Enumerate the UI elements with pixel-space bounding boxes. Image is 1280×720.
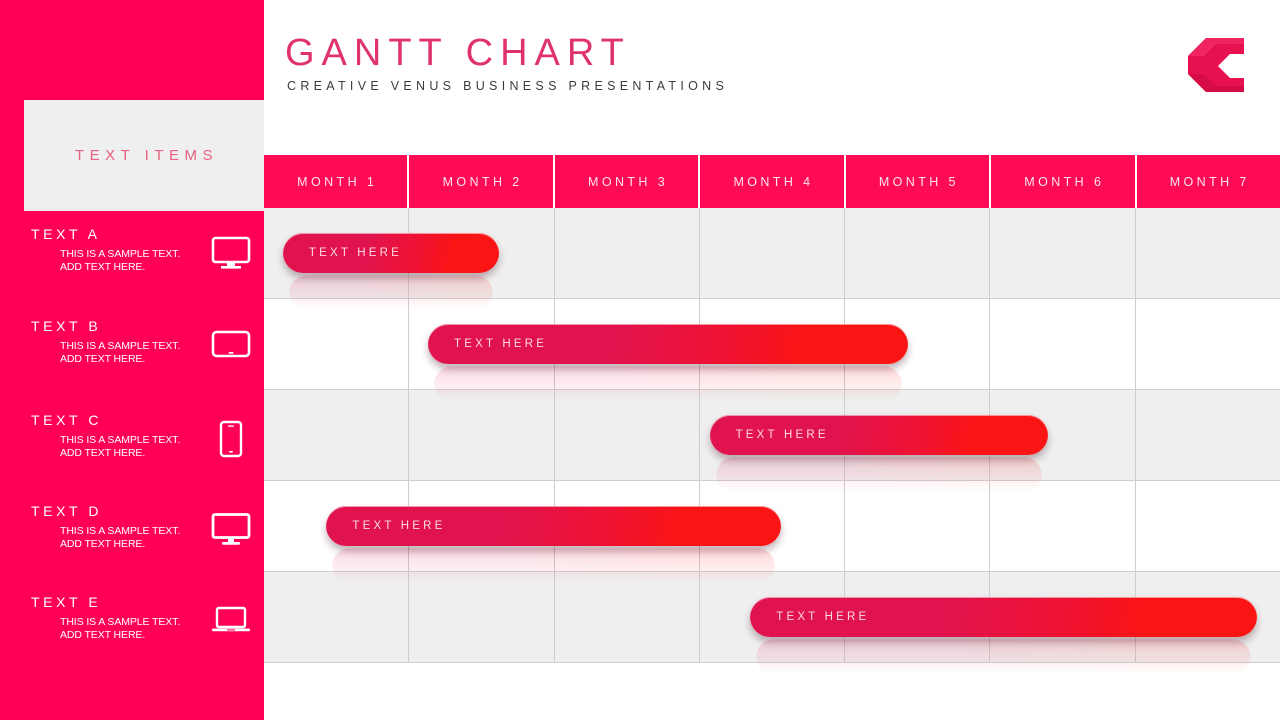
gantt-bar-body[interactable]: TEXT HERE — [428, 324, 909, 364]
gantt-month-cell[interactable]: MONTH 4 — [700, 155, 846, 208]
sidebar-item-title: TEXT C — [31, 412, 103, 428]
gantt-grid-cell — [700, 208, 846, 299]
sidebar-item-title: TEXT D — [31, 503, 103, 519]
gantt-chart: MONTH 1 MONTH 2 MONTH 3 MONTH 4 MONTH 5 … — [264, 155, 1280, 675]
gantt-month-cell[interactable]: MONTH 1 — [264, 155, 410, 208]
gantt-grid-cell — [1136, 390, 1280, 481]
gantt-grid-cell — [264, 390, 410, 481]
gantt-grid-cell — [845, 481, 991, 572]
sidebar-item-description: THIS IS A SAMPLE TEXT. ADD TEXT HERE. — [60, 525, 195, 551]
gantt-bar-text-e[interactable]: TEXT HERE — [750, 597, 1257, 675]
gantt-month-cell[interactable]: MONTH 3 — [554, 155, 701, 208]
gantt-bar-body[interactable]: TEXT HERE — [282, 233, 500, 273]
sidebar-item-description-line2: ADD TEXT HERE. — [60, 629, 146, 641]
gantt-month-label: MONTH 6 — [1024, 174, 1105, 189]
gantt-grid-cell — [555, 208, 700, 299]
sidebar-item-description: THIS IS A SAMPLE TEXT. ADD TEXT HERE. — [60, 434, 195, 460]
gantt-bar-label: TEXT HERE — [308, 247, 402, 259]
gantt-month-cell[interactable]: MONTH 5 — [845, 155, 992, 208]
gantt-month-label: MONTH 4 — [733, 174, 814, 189]
gantt-grid-cell — [1136, 208, 1280, 299]
gantt-bar-reflection — [288, 275, 494, 311]
gantt-grid-cell — [555, 390, 700, 481]
gantt-bar-reflection — [715, 457, 1042, 493]
gantt-month-cell[interactable]: MONTH 7 — [1136, 155, 1280, 208]
page-subtitle: CREATIVE VENUS BUSINESS PRESENTATIONS — [287, 79, 729, 93]
gantt-month-label: MONTH 5 — [878, 174, 959, 189]
gantt-month-header: MONTH 1 MONTH 2 MONTH 3 MONTH 4 MONTH 5 … — [264, 155, 1280, 208]
gantt-grid-cell — [409, 572, 555, 663]
gantt-bar-reflection — [332, 548, 775, 584]
sidebar-item-text-a[interactable]: TEXT A THIS IS A SAMPLE TEXT. ADD TEXT H… — [0, 226, 264, 318]
laptop-icon — [208, 600, 254, 642]
sidebar-item-title: TEXT A — [31, 226, 101, 242]
gantt-grid-cell — [845, 208, 991, 299]
sidebar-item-description-line1: THIS IS A SAMPLE TEXT. — [60, 616, 181, 628]
sidebar-item-description-line1: THIS IS A SAMPLE TEXT. — [60, 525, 181, 537]
smartphone-icon — [208, 418, 254, 460]
gantt-bar-reflection — [434, 366, 903, 402]
gantt-grid-cell — [555, 572, 700, 663]
sidebar-item-description-line2: ADD TEXT HERE. — [60, 353, 146, 365]
gantt-month-cell[interactable]: MONTH 6 — [991, 155, 1137, 208]
sidebar-item-description: THIS IS A SAMPLE TEXT. ADD TEXT HERE. — [60, 340, 195, 366]
gantt-grid-cell — [990, 481, 1136, 572]
gantt-grid-cell — [1136, 481, 1280, 572]
gantt-bar-label: TEXT HERE — [454, 338, 548, 350]
sidebar-item-description-line1: THIS IS A SAMPLE TEXT. — [60, 434, 181, 446]
gantt-bar-body[interactable]: TEXT HERE — [326, 506, 781, 546]
gantt-bar-reflection — [756, 639, 1251, 675]
gantt-month-label: MONTH 1 — [297, 174, 378, 189]
angular-c-logo-icon — [1186, 36, 1248, 94]
sidebar-item-description-line2: ADD TEXT HERE. — [60, 538, 146, 550]
gantt-month-label: MONTH 2 — [442, 174, 523, 189]
gantt-month-label: MONTH 3 — [588, 174, 669, 189]
gantt-bar-label: TEXT HERE — [735, 429, 829, 441]
gantt-grid-cell — [264, 572, 410, 663]
sidebar-item-description: THIS IS A SAMPLE TEXT. ADD TEXT HERE. — [60, 248, 195, 274]
gantt-bar-label: TEXT HERE — [776, 611, 870, 623]
desktop-monitor-icon — [208, 509, 254, 551]
sidebar-item-text-c[interactable]: TEXT C THIS IS A SAMPLE TEXT. ADD TEXT H… — [0, 412, 264, 504]
gantt-bar-body[interactable]: TEXT HERE — [750, 597, 1257, 637]
gantt-bar-text-d[interactable]: TEXT HERE — [326, 506, 781, 584]
sidebar-item-description: THIS IS A SAMPLE TEXT. ADD TEXT HERE. — [60, 616, 195, 642]
gantt-month-cell[interactable]: MONTH 2 — [409, 155, 555, 208]
gantt-bar-text-b[interactable]: TEXT HERE — [428, 324, 909, 402]
sidebar-item-description-line1: THIS IS A SAMPLE TEXT. — [60, 248, 181, 260]
text-items-panel: TEXT ITEMS — [24, 100, 264, 211]
gantt-grid-cell — [990, 299, 1136, 390]
sidebar-item-description-line2: ADD TEXT HERE. — [60, 447, 146, 459]
gantt-bar-label: TEXT HERE — [352, 520, 446, 532]
gantt-bar-text-a[interactable]: TEXT HERE — [282, 233, 500, 311]
gantt-bar-text-c[interactable]: TEXT HERE — [709, 415, 1048, 493]
gantt-grid-cell — [990, 208, 1136, 299]
left-sidebar: TEXT ITEMS TEXT A THIS IS A SAMPLE TEXT.… — [0, 0, 264, 720]
sidebar-item-title: TEXT B — [31, 318, 102, 334]
sidebar-item-title: TEXT E — [31, 594, 102, 610]
gantt-bar-body[interactable]: TEXT HERE — [709, 415, 1048, 455]
page-title: GANTT CHART — [285, 32, 631, 74]
sidebar-item-description-line2: ADD TEXT HERE. — [60, 261, 146, 273]
sidebar-item-text-e[interactable]: TEXT E THIS IS A SAMPLE TEXT. ADD TEXT H… — [0, 594, 264, 686]
sidebar-item-text-d[interactable]: TEXT D THIS IS A SAMPLE TEXT. ADD TEXT H… — [0, 503, 264, 595]
text-items-panel-label: TEXT ITEMS — [74, 147, 219, 164]
gantt-month-label: MONTH 7 — [1169, 174, 1250, 189]
sidebar-item-description-line1: THIS IS A SAMPLE TEXT. — [60, 340, 181, 352]
gantt-grid-cell — [1136, 299, 1280, 390]
sidebar-item-text-b[interactable]: TEXT B THIS IS A SAMPLE TEXT. ADD TEXT H… — [0, 318, 264, 410]
gantt-grid-cell — [264, 299, 410, 390]
tablet-icon — [208, 324, 254, 366]
gantt-grid-cell — [409, 390, 555, 481]
tv-monitor-icon — [208, 232, 254, 274]
